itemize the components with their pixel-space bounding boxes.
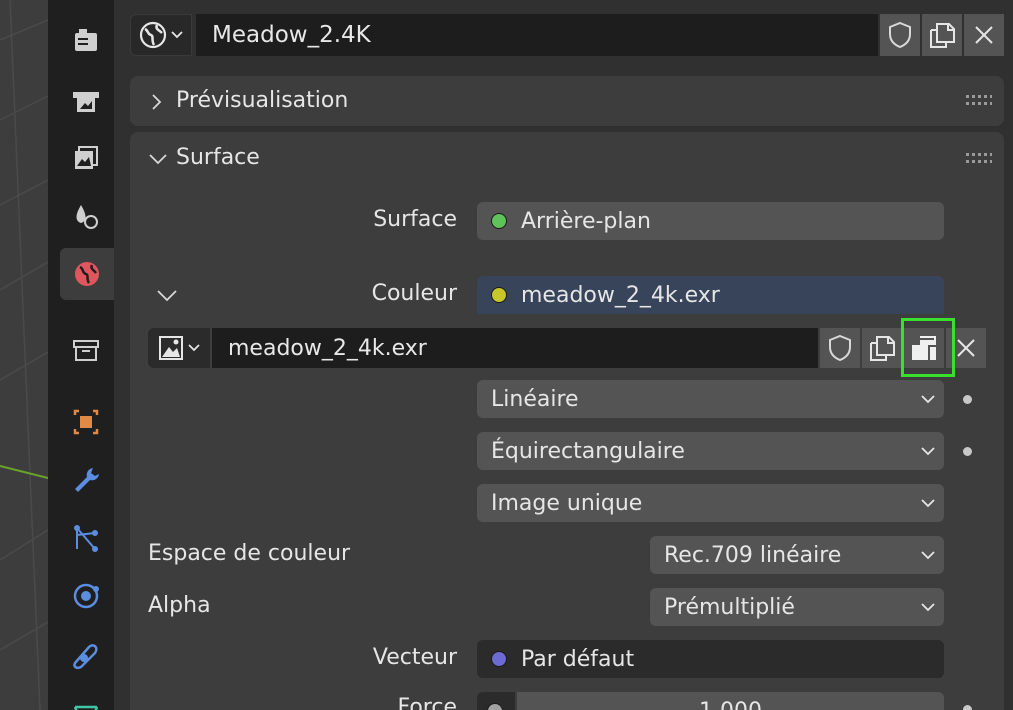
projection-value: Équirectangulaire xyxy=(491,438,685,464)
alpha-dropdown[interactable]: Prémultiplié xyxy=(650,588,944,626)
world-icon xyxy=(139,21,167,49)
particles-icon xyxy=(74,525,98,552)
chevron-down-icon xyxy=(921,447,935,456)
3d-viewport-edge[interactable] xyxy=(0,0,48,710)
tab-particles[interactable] xyxy=(60,512,112,564)
close-icon xyxy=(957,339,975,357)
shield-icon xyxy=(829,334,851,362)
object-icon xyxy=(73,409,99,435)
tab-modifiers[interactable] xyxy=(60,454,112,506)
surface-label: Surface xyxy=(373,207,457,232)
source-dropdown[interactable]: Image unique xyxy=(477,484,944,522)
chevron-down-icon xyxy=(921,603,935,612)
image-browse-button[interactable] xyxy=(148,328,210,368)
shader-socket-icon xyxy=(491,213,507,229)
image-icon xyxy=(159,336,183,360)
color-space-value: Rec.709 linéaire xyxy=(664,542,842,568)
color-space-dropdown[interactable]: Rec.709 linéaire xyxy=(650,536,944,574)
tool-icon xyxy=(75,29,97,51)
float-socket-icon xyxy=(487,703,503,710)
surface-panel-title: Surface xyxy=(176,145,260,170)
data-icon xyxy=(73,705,99,710)
chevron-right-icon xyxy=(152,94,162,110)
color-input-field[interactable]: meadow_2_4k.exr xyxy=(477,276,944,314)
properties-panel: Meadow_2.4K Prévisualisation Surface Sur… xyxy=(114,0,1013,710)
surface-shader-field[interactable]: Arrière-plan xyxy=(477,202,944,240)
wrench-icon xyxy=(75,468,99,492)
source-value: Image unique xyxy=(491,490,643,516)
tab-object[interactable] xyxy=(60,396,112,448)
world-name-field[interactable]: Meadow_2.4K xyxy=(196,14,878,56)
tab-view-layer[interactable] xyxy=(60,190,112,242)
chevron-down-icon xyxy=(188,344,200,352)
chevron-down-icon[interactable] xyxy=(148,152,168,166)
tab-constraints[interactable] xyxy=(60,630,112,682)
tab-collection[interactable] xyxy=(60,324,112,376)
render-icon xyxy=(73,92,99,112)
view-layer-icon xyxy=(76,205,98,229)
color-socket-icon xyxy=(491,287,507,303)
collection-icon xyxy=(73,340,99,361)
tab-render[interactable] xyxy=(60,74,112,126)
tab-physics[interactable] xyxy=(60,570,112,622)
chevron-down-icon[interactable] xyxy=(156,288,178,304)
projection-dropdown[interactable]: Équirectangulaire xyxy=(477,432,944,470)
world-icon xyxy=(75,262,99,286)
duplicate-button[interactable] xyxy=(922,14,962,56)
constraints-icon xyxy=(73,644,98,670)
tab-output[interactable] xyxy=(60,132,112,184)
color-space-label: Espace de couleur xyxy=(148,541,351,566)
strength-socket-button[interactable] xyxy=(477,692,515,710)
image-duplicate-button[interactable] xyxy=(862,328,902,368)
color-label: Couleur xyxy=(371,281,457,306)
open-button-highlight xyxy=(901,318,955,377)
surface-shader-value: Arrière-plan xyxy=(521,208,651,234)
preview-panel-header[interactable]: Prévisualisation xyxy=(130,76,1004,126)
output-icon xyxy=(75,146,98,169)
alpha-label: Alpha xyxy=(148,593,211,618)
strength-slider[interactable]: 1.000 xyxy=(517,692,944,710)
interpolation-dropdown[interactable]: Linéaire xyxy=(477,380,944,418)
fake-user-button[interactable] xyxy=(880,14,920,56)
vector-value: Par défaut xyxy=(521,646,635,672)
chevron-down-icon xyxy=(921,499,935,508)
tab-tool[interactable] xyxy=(60,14,112,66)
alpha-value: Prémultiplié xyxy=(664,594,795,620)
chevron-down-icon xyxy=(921,551,935,560)
properties-tab-bar xyxy=(48,0,114,710)
vector-input-field[interactable]: Par défaut xyxy=(477,640,944,678)
strength-label: Force xyxy=(397,695,457,710)
vector-socket-icon xyxy=(491,651,507,667)
image-name-field[interactable]: meadow_2_4k.exr xyxy=(212,328,818,368)
keyframe-dot-icon[interactable] xyxy=(963,447,972,456)
image-fake-user-button[interactable] xyxy=(820,328,860,368)
tab-world[interactable] xyxy=(60,248,114,300)
tab-data[interactable] xyxy=(60,688,112,710)
close-icon xyxy=(975,26,993,44)
interpolation-value: Linéaire xyxy=(491,386,579,412)
drag-grip-icon[interactable] xyxy=(966,153,992,165)
duplicate-icon xyxy=(930,23,955,48)
shield-icon xyxy=(889,21,911,49)
strength-value: 1.000 xyxy=(699,699,762,710)
unlink-button[interactable] xyxy=(964,14,1004,56)
physics-icon xyxy=(73,583,99,609)
vector-label: Vecteur xyxy=(372,645,457,670)
duplicate-icon xyxy=(870,336,895,361)
color-input-value: meadow_2_4k.exr xyxy=(521,282,720,308)
drag-grip-icon[interactable] xyxy=(966,95,992,107)
world-browse-button[interactable] xyxy=(130,14,192,56)
preview-panel-title: Prévisualisation xyxy=(176,88,349,113)
keyframe-dot-icon[interactable] xyxy=(963,705,972,710)
chevron-down-icon xyxy=(921,395,935,404)
chevron-down-icon xyxy=(171,31,183,39)
keyframe-dot-icon[interactable] xyxy=(963,395,972,404)
